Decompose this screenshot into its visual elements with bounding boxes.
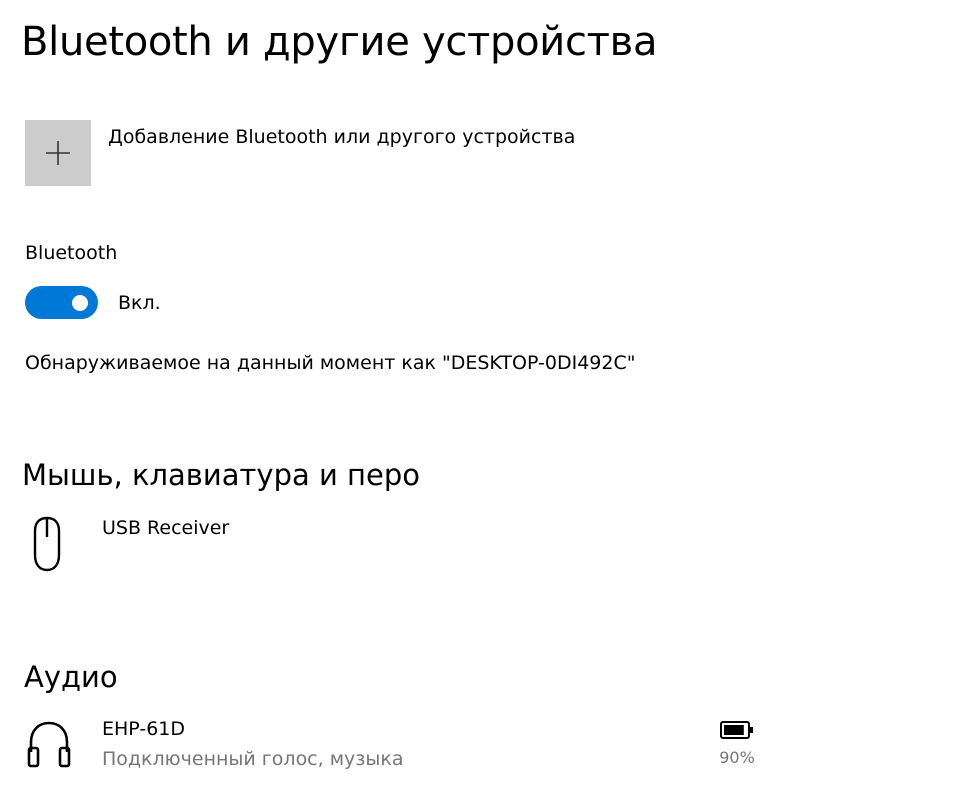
bluetooth-toggle-row[interactable]: Вкл. [25,286,161,319]
plus-icon [46,141,70,165]
add-device-tile[interactable] [25,120,91,186]
bluetooth-toggle[interactable] [25,286,98,319]
device-status: Подключенный голос, музыка [102,748,404,770]
device-name: USB Receiver [102,517,230,539]
battery-indicator: 90% [716,720,758,768]
section-title-audio: Аудио [24,660,118,694]
battery-icon [720,721,753,739]
section-title-mouse-keyboard-pen: Мышь, клавиатура и перо [22,458,420,492]
mouse-icon [25,515,85,575]
add-device-label[interactable]: Добавление Bluetooth или другого устройс… [108,124,575,150]
device-item-ehp-61d[interactable]: EHP-61D Подключенный голос, музыка [25,716,404,776]
headphones-icon [25,716,85,776]
add-device-button[interactable]: Добавление Bluetooth или другого устройс… [25,120,575,186]
battery-percentage: 90% [719,748,755,767]
page-title: Bluetooth и другие устройства [21,19,658,65]
bluetooth-label: Bluetooth [25,242,118,264]
toggle-knob [72,294,88,311]
battery-fill [724,725,744,735]
device-item-usb-receiver[interactable]: USB Receiver [25,515,229,575]
discoverable-text: Обнаруживаемое на данный момент как "DES… [25,352,636,374]
device-name: EHP-61D [102,718,185,740]
toggle-state-label: Вкл. [118,291,161,314]
